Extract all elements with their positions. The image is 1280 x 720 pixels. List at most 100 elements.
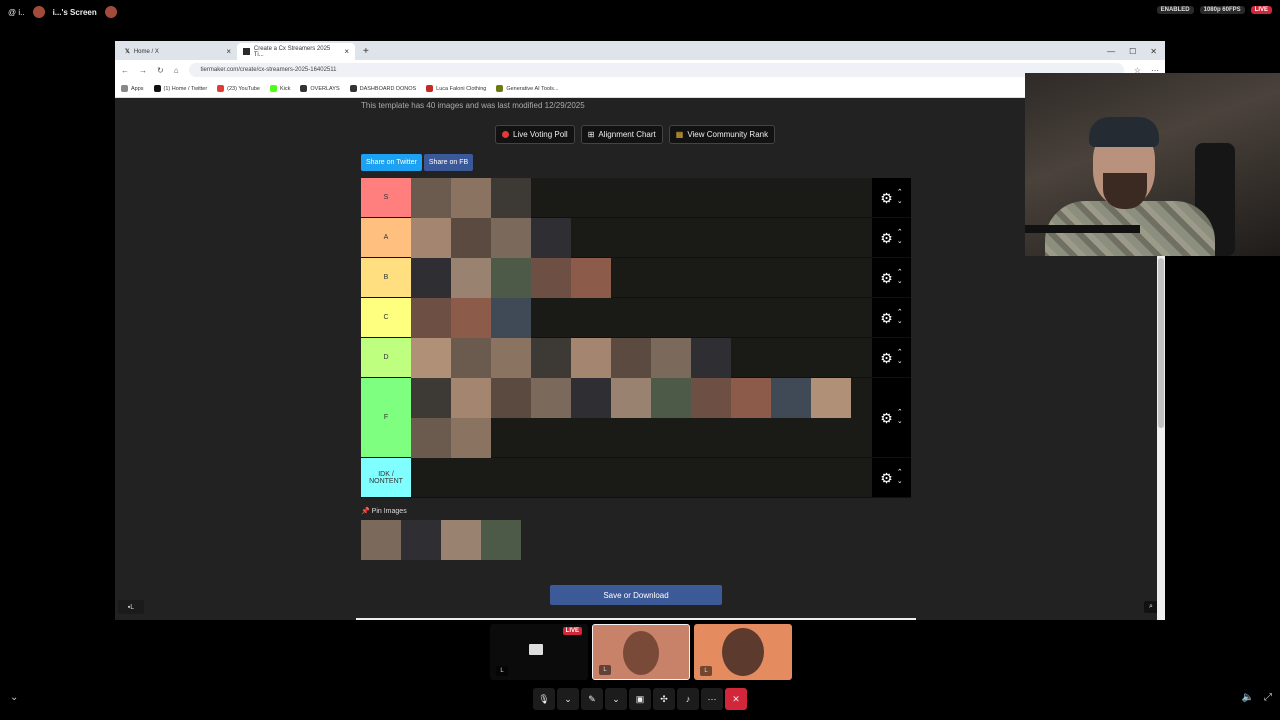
- chevron-up-icon[interactable]: ⌃: [897, 269, 903, 277]
- streamer-image[interactable]: [571, 338, 611, 378]
- streamer-image[interactable]: [611, 338, 651, 378]
- share-twitter-button[interactable]: Share on Twitter: [361, 154, 422, 171]
- streamer-image[interactable]: [411, 418, 451, 458]
- streamer-image[interactable]: [571, 258, 611, 298]
- gear-icon[interactable]: ⚙: [880, 231, 893, 245]
- gear-icon[interactable]: ⚙: [880, 411, 893, 425]
- streamer-image[interactable]: [491, 178, 531, 218]
- gear-icon[interactable]: ⚙: [880, 351, 893, 365]
- streamer-image[interactable]: [531, 378, 571, 418]
- streamer-image[interactable]: [531, 218, 571, 258]
- chevron-up-icon[interactable]: ⌃: [897, 409, 903, 417]
- forward-icon[interactable]: →: [139, 66, 147, 75]
- save-download-button[interactable]: Save or Download: [550, 585, 722, 605]
- streamer-image[interactable]: [691, 338, 731, 378]
- chevron-down-icon[interactable]: ⌄: [897, 278, 903, 286]
- alignment-chart-button[interactable]: ⊞ Alignment Chart: [580, 125, 663, 144]
- streamer-image[interactable]: [451, 338, 491, 378]
- streamer-image[interactable]: [411, 378, 451, 418]
- chevron-up-icon[interactable]: ⌃: [897, 309, 903, 317]
- tile-screen-share[interactable]: LIVE L: [490, 624, 588, 680]
- streamer-image[interactable]: [771, 378, 811, 418]
- bookmark-item[interactable]: DASHBOARD DONOS: [349, 85, 416, 92]
- gear-icon[interactable]: ⚙: [880, 271, 893, 285]
- more-icon[interactable]: ⋯: [701, 688, 723, 710]
- streamer-image[interactable]: [411, 218, 451, 258]
- screen-share-icon[interactable]: ▣: [629, 688, 651, 710]
- tier-label[interactable]: A: [361, 218, 411, 257]
- chevron-up-icon[interactable]: ⌃: [897, 229, 903, 237]
- chevron-down-icon[interactable]: ⌄: [605, 688, 627, 710]
- pinned-image[interactable]: [361, 520, 401, 560]
- bookmark-item[interactable]: Kick: [269, 85, 290, 92]
- streamer-image[interactable]: [491, 218, 531, 258]
- tier-label[interactable]: C: [361, 298, 411, 337]
- chevron-down-icon[interactable]: ⌄: [557, 688, 579, 710]
- maximize-button[interactable]: ☐: [1129, 47, 1136, 56]
- streamer-image[interactable]: [451, 378, 491, 418]
- leave-call-button[interactable]: ✕: [725, 688, 747, 710]
- tab-home-x[interactable]: 𝕏 Home / X ×: [119, 43, 237, 60]
- streamer-image[interactable]: [451, 298, 491, 338]
- chevron-down-icon[interactable]: ⌄: [897, 478, 903, 486]
- streamer-image[interactable]: [491, 298, 531, 338]
- back-icon[interactable]: ←: [121, 66, 129, 75]
- streamer-image[interactable]: [411, 258, 451, 298]
- gear-icon[interactable]: ⚙: [880, 191, 893, 205]
- streamer-image[interactable]: [571, 378, 611, 418]
- chevron-down-icon[interactable]: ⌄: [897, 238, 903, 246]
- pinned-image[interactable]: [401, 520, 441, 560]
- chevron-down-icon[interactable]: ⌄: [897, 198, 903, 206]
- streamer-image[interactable]: [651, 378, 691, 418]
- tier-label[interactable]: F: [361, 378, 411, 457]
- bookmark-item[interactable]: (1) Home / Twitter: [153, 85, 207, 92]
- chevron-down-icon[interactable]: ⌄: [897, 318, 903, 326]
- streamer-image[interactable]: [531, 338, 571, 378]
- streamer-image[interactable]: [411, 298, 451, 338]
- streamer-image[interactable]: [611, 378, 651, 418]
- chevron-down-icon[interactable]: ⌄: [897, 418, 903, 426]
- streamer-image[interactable]: [491, 378, 531, 418]
- streamer-image[interactable]: [651, 338, 691, 378]
- close-window-button[interactable]: ✕: [1150, 47, 1157, 56]
- activities-icon[interactable]: ✣: [653, 688, 675, 710]
- tier-label[interactable]: IDK / NONTENT: [361, 458, 411, 497]
- tier-label[interactable]: B: [361, 258, 411, 297]
- streamer-image[interactable]: [451, 178, 491, 218]
- volume-icon[interactable]: 🔈: [1242, 692, 1254, 703]
- tab-tiermaker[interactable]: Create a Cx Streamers 2025 Ti... ×: [237, 43, 355, 60]
- streamer-image[interactable]: [811, 378, 851, 418]
- mic-icon[interactable]: 🎙: [533, 688, 555, 710]
- tile-camera-self[interactable]: L: [592, 624, 690, 680]
- streamer-image[interactable]: [531, 258, 571, 298]
- close-tab-icon[interactable]: ×: [344, 47, 349, 56]
- community-rank-button[interactable]: ▦ View Community Rank: [668, 125, 776, 144]
- camera-off-icon[interactable]: ✎: [581, 688, 603, 710]
- tier-label[interactable]: D: [361, 338, 411, 377]
- scrollbar-thumb[interactable]: [1158, 258, 1164, 428]
- fullscreen-icon[interactable]: ⤢: [1264, 692, 1272, 703]
- bookmark-item[interactable]: (23) YouTube: [217, 85, 260, 92]
- streamer-image[interactable]: [451, 418, 491, 458]
- tier-label[interactable]: S: [361, 178, 411, 217]
- gear-icon[interactable]: ⚙: [880, 471, 893, 485]
- chevron-up-icon[interactable]: ⌃: [897, 469, 903, 477]
- chevron-down-icon[interactable]: ⌄: [897, 358, 903, 366]
- streamer-image[interactable]: [491, 258, 531, 298]
- streamer-image[interactable]: [411, 178, 451, 218]
- chevron-up-icon[interactable]: ⌃: [897, 349, 903, 357]
- streamer-image[interactable]: [411, 338, 451, 378]
- tile-participant-avatar[interactable]: L: [694, 624, 792, 680]
- zoom-icon[interactable]: ⌕: [1144, 601, 1158, 613]
- new-tab-button[interactable]: +: [355, 43, 377, 60]
- home-icon[interactable]: ⌂: [174, 66, 179, 75]
- bookmark-item[interactable]: Luca Faloni Clothing: [426, 85, 486, 92]
- share-fb-button[interactable]: Share on FB: [423, 154, 474, 171]
- url-field[interactable]: tiermaker.com/create/cx-streamers-2025-1…: [188, 63, 1124, 77]
- close-tab-icon[interactable]: ×: [226, 47, 231, 56]
- bookmark-item[interactable]: OVERLAYS: [300, 85, 340, 92]
- bookmark-item[interactable]: Apps: [121, 85, 144, 92]
- minimize-button[interactable]: —: [1107, 47, 1115, 56]
- live-voting-button[interactable]: Live Voting Poll: [495, 125, 575, 144]
- streamer-image[interactable]: [731, 378, 771, 418]
